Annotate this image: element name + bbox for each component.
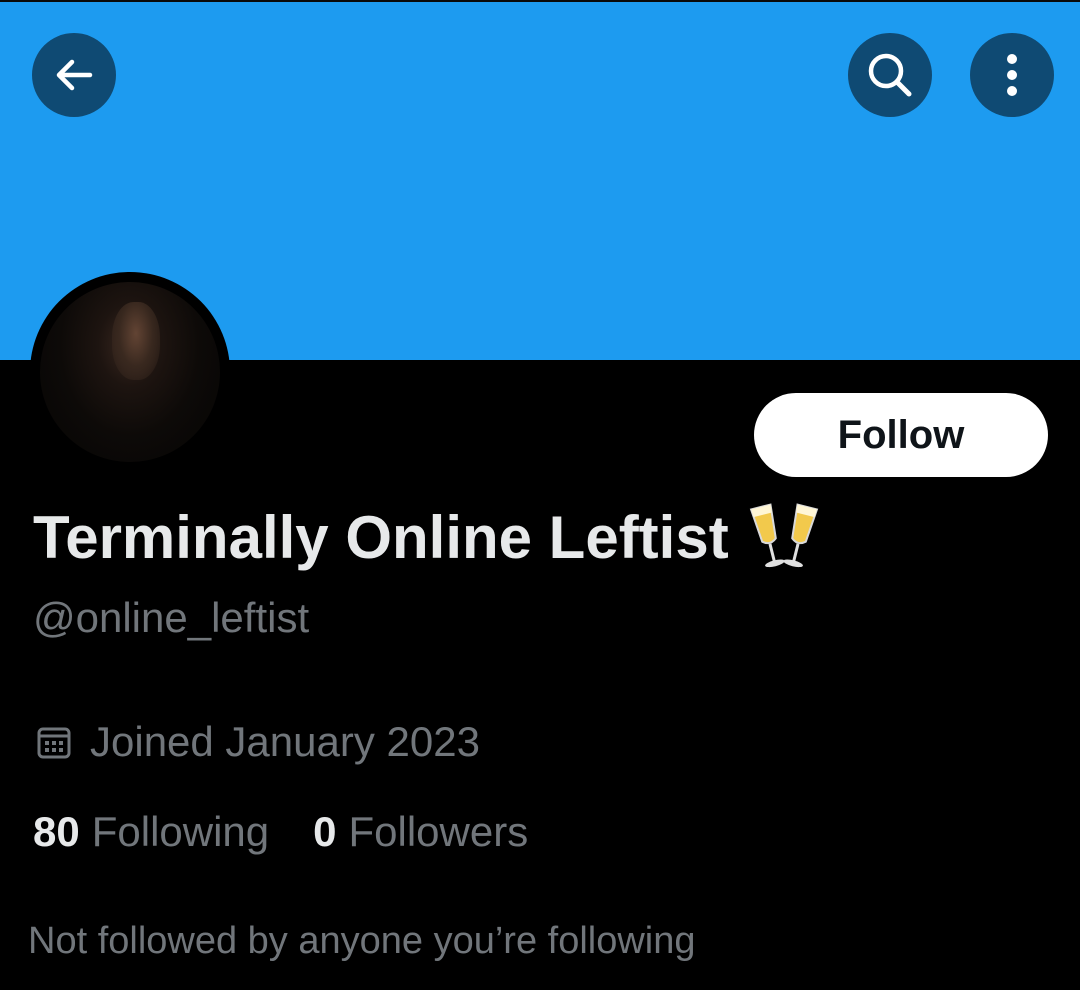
joined-date-row: Joined January 2023: [36, 716, 480, 768]
calendar-icon: [37, 727, 71, 759]
more-vertical-icon: [1007, 54, 1017, 96]
back-button[interactable]: [32, 33, 116, 117]
following-stat[interactable]: 80 Following: [33, 806, 269, 858]
profile-display-name-row: Terminally Online Leftist: [33, 500, 819, 576]
arrow-left-icon: [56, 59, 93, 91]
followers-stat[interactable]: 0 Followers: [313, 806, 528, 858]
avatar-photo: [112, 302, 160, 380]
profile-page: Follow Terminally Online Leftist @online…: [0, 0, 1080, 990]
mutual-followers-text: Not followed by anyone you’re following: [28, 920, 696, 962]
clinking-glasses-icon: [749, 503, 818, 568]
display-name: Terminally Online Leftist: [33, 504, 729, 571]
followers-count: 0: [313, 808, 337, 855]
more-options-button[interactable]: [970, 33, 1054, 117]
follow-button[interactable]: Follow: [754, 393, 1048, 477]
profile-handle: @online_leftist: [33, 594, 310, 641]
followers-label: Followers: [348, 808, 529, 855]
profile-stats: 80 Following 0 Followers: [33, 806, 528, 858]
joined-date-text: Joined January 2023: [90, 718, 480, 765]
following-count: 80: [33, 808, 80, 855]
search-button[interactable]: [848, 33, 932, 117]
search-icon: [868, 53, 912, 97]
following-label: Following: [91, 808, 270, 855]
avatar[interactable]: [40, 282, 220, 462]
